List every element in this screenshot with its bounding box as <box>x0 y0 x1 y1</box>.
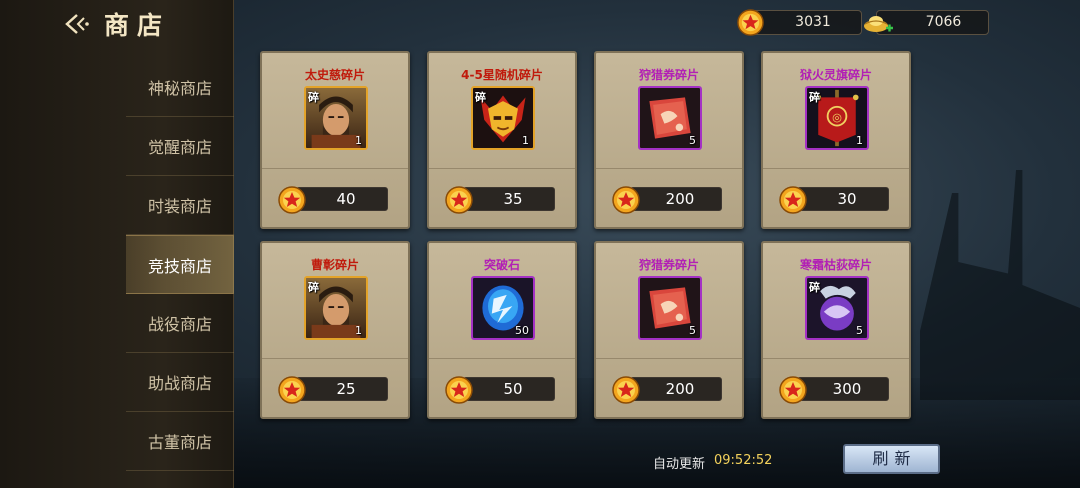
item-price: 50 <box>463 377 555 401</box>
red-scroll-icon: 5 <box>638 86 702 150</box>
coin-balance-value: 3031 <box>795 14 831 30</box>
item-price: 300 <box>797 377 889 401</box>
background-ship <box>920 170 1080 400</box>
card-divider <box>596 358 742 359</box>
item-price: 200 <box>630 377 722 401</box>
fragment-tag: 碎 <box>308 91 319 104</box>
nav-item-arena-shop[interactable]: 竞技商店 <box>126 235 234 294</box>
red-banner-icon: ◎ 碎 1 <box>805 86 869 150</box>
arena-coin-icon <box>445 186 473 214</box>
item-price: 35 <box>463 187 555 211</box>
item-name: 突破石 <box>483 258 520 272</box>
card-divider <box>763 358 909 359</box>
nav-item-antique-shop[interactable]: 古董商店 <box>126 412 234 471</box>
fragment-tag: 碎 <box>809 281 820 294</box>
blue-gem-icon: 50 <box>471 276 535 340</box>
item-price: 200 <box>630 187 722 211</box>
shop-item-card[interactable]: 曹彰碎片碎 1 25 <box>260 241 410 419</box>
fragment-tag: 碎 <box>475 91 486 104</box>
item-name: 寒霜枯荻碎片 <box>799 258 872 272</box>
auto-refresh-label: 自动更新 <box>653 457 706 472</box>
item-quantity: 1 <box>355 324 362 337</box>
back-arrow-icon[interactable] <box>64 12 90 36</box>
card-divider <box>429 168 575 169</box>
shop-item-card[interactable]: 4-5星随机碎片碎 1 35 <box>427 51 577 229</box>
nav-item-mystery-shop[interactable]: 神秘商店 <box>126 58 234 117</box>
red-scroll-icon: 5 <box>638 276 702 340</box>
shop-item-card[interactable]: 突破石 50 50 <box>427 241 577 419</box>
item-name: 狱火灵旗碎片 <box>799 68 872 82</box>
nav-item-support-shop[interactable]: 助战商店 <box>126 353 234 412</box>
sidebar: 商店 神秘商店 觉醒商店 时装商店 竞技商店 战役商店 助战商店 古董商店 <box>0 0 234 488</box>
ingot-balance-value: 7066 <box>925 14 962 30</box>
svg-text:◎: ◎ <box>832 111 842 124</box>
shop-item-card[interactable]: 太史慈碎片碎 1 40 <box>260 51 410 229</box>
arena-coin-icon <box>278 186 306 214</box>
item-price: 40 <box>296 187 388 211</box>
item-name: 狩猎券碎片 <box>638 68 699 82</box>
shop-item-card[interactable]: 狩猎券碎片 5 200 <box>594 51 744 229</box>
item-price: 25 <box>296 377 388 401</box>
shop-nav: 神秘商店 觉醒商店 时装商店 竞技商店 战役商店 助战商店 古董商店 <box>126 58 234 471</box>
arena-coin-icon <box>612 376 640 404</box>
shop-item-card[interactable]: 寒霜枯荻碎片碎 5 300 <box>761 241 911 419</box>
nav-item-campaign-shop[interactable]: 战役商店 <box>126 294 234 353</box>
page-title: 商店 <box>104 11 171 40</box>
hero-portrait-icon: 碎1 <box>304 86 368 150</box>
arena-coin-icon <box>612 186 640 214</box>
refresh-button[interactable]: 刷新 <box>843 444 940 474</box>
item-name: 太史慈碎片 <box>304 68 365 82</box>
hero-portrait-icon: 碎1 <box>304 276 368 340</box>
frost-orb-icon: 碎5 <box>805 276 869 340</box>
nav-item-fashion-shop[interactable]: 时装商店 <box>126 176 234 235</box>
item-quantity: 1 <box>522 134 529 147</box>
card-divider <box>763 168 909 169</box>
item-name: 4-5星随机碎片 <box>461 68 543 82</box>
refresh-countdown: 09:52:52 <box>714 453 773 468</box>
golden-mask-icon: 碎1 <box>471 86 535 150</box>
item-quantity: 1 <box>856 134 863 147</box>
item-quantity: 50 <box>515 324 529 337</box>
title-bar: 商店 <box>0 0 234 48</box>
arena-coin-icon <box>445 376 473 404</box>
item-quantity: 5 <box>689 134 696 147</box>
item-quantity: 1 <box>355 134 362 147</box>
item-quantity: 5 <box>689 324 696 337</box>
fragment-tag: 碎 <box>308 281 319 294</box>
item-price: 30 <box>797 187 889 211</box>
arena-coin-icon <box>779 376 807 404</box>
arena-coin-icon <box>737 9 764 36</box>
arena-coin-icon <box>278 376 306 404</box>
nav-item-awakening-shop[interactable]: 觉醒商店 <box>126 117 234 176</box>
card-divider <box>262 168 408 169</box>
item-quantity: 5 <box>856 324 863 337</box>
arena-coin-icon <box>779 186 807 214</box>
item-name: 曹彰碎片 <box>310 258 359 272</box>
card-divider <box>596 168 742 169</box>
fragment-tag: 碎 <box>809 91 820 104</box>
item-name: 狩猎券碎片 <box>638 258 699 272</box>
shop-item-card[interactable]: 狩猎券碎片 5 200 <box>594 241 744 419</box>
card-divider <box>429 358 575 359</box>
gold-ingot-add-icon[interactable] <box>862 9 894 37</box>
card-divider <box>262 358 408 359</box>
shop-item-card[interactable]: 狱火灵旗碎片 ◎ 碎 1 30 <box>761 51 911 229</box>
